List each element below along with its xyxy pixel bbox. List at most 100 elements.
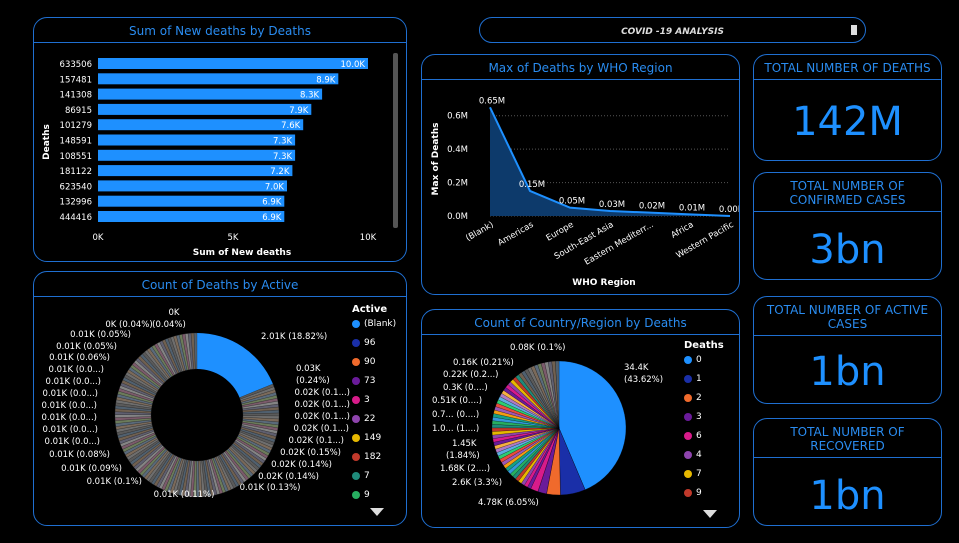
donut-chart-title: Count of Deaths by Active bbox=[141, 278, 299, 292]
legend-swatch bbox=[684, 451, 692, 459]
bar-category-label: 141308 bbox=[60, 91, 92, 101]
divider bbox=[754, 335, 941, 336]
donut-data-label: 0.01K (0.06%) bbox=[49, 353, 110, 363]
legend-label: 3 bbox=[364, 395, 370, 405]
bar-chart: 633506 10.0K 157481 8.9K 141308 8.3K 86915 7.9K… bbox=[42, 58, 377, 258]
bar bbox=[98, 73, 339, 85]
bar bbox=[98, 134, 296, 146]
bar-data-label: 10.0K bbox=[341, 60, 366, 70]
legend-swatch bbox=[352, 320, 360, 328]
pie-data-label: 0.7... (0....) bbox=[432, 410, 479, 420]
pie-data-label: 34.4K bbox=[624, 363, 649, 373]
area-data-label: 0.03M bbox=[599, 200, 625, 210]
legend-swatch bbox=[684, 356, 692, 364]
legend-item[interactable]: 3 bbox=[684, 412, 702, 422]
bar-category-label: 86915 bbox=[65, 106, 92, 116]
kpi-title: TOTAL NUMBER OF RECOVERED bbox=[790, 425, 905, 453]
donut-data-label: 0.02K (0.1...) bbox=[295, 388, 350, 398]
kpi-title: TOTAL NUMBER OF ACTIVE CASES bbox=[766, 303, 929, 331]
kpi-value: 1bn bbox=[809, 473, 886, 519]
kpi-card-recovered: TOTAL NUMBER OF RECOVERED 1bn bbox=[753, 418, 942, 526]
legend-swatch bbox=[684, 432, 692, 440]
legend-item[interactable]: 9 bbox=[352, 490, 370, 500]
y-axis-label: Max of Deaths bbox=[431, 123, 441, 196]
legend-label: 2 bbox=[696, 393, 702, 403]
chevron-down-icon[interactable] bbox=[703, 510, 717, 518]
pie-data-label: 0.51K (0....) bbox=[432, 396, 482, 406]
bar-data-label: 7.9K bbox=[289, 106, 309, 116]
x-tick-label: Europe bbox=[545, 220, 576, 244]
chevron-down-icon[interactable] bbox=[370, 508, 384, 516]
legend-item[interactable]: 2 bbox=[684, 393, 702, 403]
legend-label: 22 bbox=[364, 414, 376, 424]
legend-swatch bbox=[352, 358, 360, 366]
legend-swatch bbox=[352, 453, 360, 461]
kpi-value: 142M bbox=[792, 99, 903, 145]
legend-item[interactable]: 7 bbox=[352, 471, 370, 481]
pie-data-label: (1.84%) bbox=[446, 451, 480, 461]
donut-data-label: 0.01K (0.0...) bbox=[42, 413, 97, 423]
legend-label: 73 bbox=[364, 376, 376, 386]
legend-item[interactable]: 149 bbox=[352, 433, 381, 443]
scroll-thumb[interactable] bbox=[851, 25, 857, 35]
area-data-label: 0.65M bbox=[479, 96, 505, 106]
donut-data-label: 0.01K (0.0...) bbox=[45, 437, 100, 447]
x-axis-label: WHO Region bbox=[572, 278, 635, 288]
donut-data-label: 0.01K (0.0...) bbox=[42, 401, 97, 411]
donut-data-label: 0.01K (0.0...) bbox=[46, 377, 101, 387]
report-title: COVID -19 ANALYSIS bbox=[621, 27, 724, 37]
legend-label: 0 bbox=[696, 355, 702, 365]
donut-data-label: 0.02K (0.1...) bbox=[295, 412, 350, 422]
legend-swatch bbox=[352, 434, 360, 442]
legend-label: (Blank) bbox=[364, 319, 397, 329]
legend-item[interactable]: 22 bbox=[352, 414, 375, 424]
pie-data-label: (43.62%) bbox=[624, 375, 663, 385]
donut-data-label: 0.01K (0.13%) bbox=[240, 483, 301, 493]
x-tick-label: 0K bbox=[93, 233, 104, 243]
donut-data-label: 0.01K (0.05%) bbox=[70, 330, 131, 340]
legend-item[interactable]: 90 bbox=[352, 357, 375, 367]
pie-data-label: 0.3K (0....) bbox=[443, 383, 488, 393]
legend-swatch bbox=[684, 375, 692, 383]
legend-item[interactable]: 73 bbox=[352, 376, 375, 386]
kpi-value: 1bn bbox=[809, 349, 886, 395]
donut-data-label: 2.01K (18.82%) bbox=[261, 332, 327, 342]
bar-category-label: 623540 bbox=[60, 182, 92, 192]
legend-item[interactable]: 3 bbox=[352, 395, 370, 405]
legend-item[interactable]: 7 bbox=[684, 469, 702, 479]
legend-item[interactable]: 0 bbox=[684, 355, 702, 365]
area-data-label: 0.05M bbox=[559, 197, 585, 207]
area-chart: 0.0M 0.2M 0.4M 0.6M 0.65M (Blank) 0.15M America… bbox=[431, 96, 739, 288]
bar bbox=[98, 119, 304, 131]
bar-chart-scrollbar[interactable] bbox=[393, 53, 398, 228]
area-chart-title: Max of Deaths by WHO Region bbox=[488, 61, 673, 75]
bar-data-label: 7.2K bbox=[270, 167, 290, 177]
legend-item[interactable]: 1 bbox=[684, 374, 702, 384]
donut-data-label: 0.01K (0.1%) bbox=[87, 477, 142, 487]
kpi-title: TOTAL NUMBER OF DEATHS bbox=[764, 61, 931, 75]
x-tick-label: Africa bbox=[669, 220, 695, 241]
pie-data-label: 0.08K (0.1%) bbox=[510, 343, 565, 353]
donut-data-label: 0.02K (0.1...) bbox=[295, 400, 350, 410]
legend-item[interactable]: 96 bbox=[352, 338, 375, 348]
legend-swatch bbox=[684, 470, 692, 478]
area-data-label: 0.01M bbox=[679, 203, 705, 213]
legend-item[interactable]: 4 bbox=[684, 450, 702, 460]
donut-data-label: 0.01K (0.0...) bbox=[43, 425, 98, 435]
legend-label: 1 bbox=[696, 374, 702, 384]
legend-swatch bbox=[684, 413, 692, 421]
area-chart-panel: Max of Deaths by WHO Region 0.0M 0.2M 0.4M… bbox=[421, 54, 740, 295]
legend-item[interactable]: 6 bbox=[684, 431, 702, 441]
donut-slice bbox=[197, 333, 273, 398]
divider bbox=[754, 457, 941, 458]
legend-item[interactable]: 9 bbox=[684, 488, 702, 498]
bar-data-label: 6.9K bbox=[262, 198, 282, 208]
legend-swatch bbox=[352, 491, 360, 499]
legend-item[interactable]: 182 bbox=[352, 452, 381, 462]
legend-swatch bbox=[352, 377, 360, 385]
legend-swatch bbox=[352, 339, 360, 347]
legend-item[interactable]: (Blank) bbox=[352, 319, 396, 329]
y-tick-label: 0.4M bbox=[447, 145, 468, 155]
y-tick-label: 0.2M bbox=[447, 179, 468, 189]
donut-data-label: 0.01K (0.0...) bbox=[43, 389, 98, 399]
